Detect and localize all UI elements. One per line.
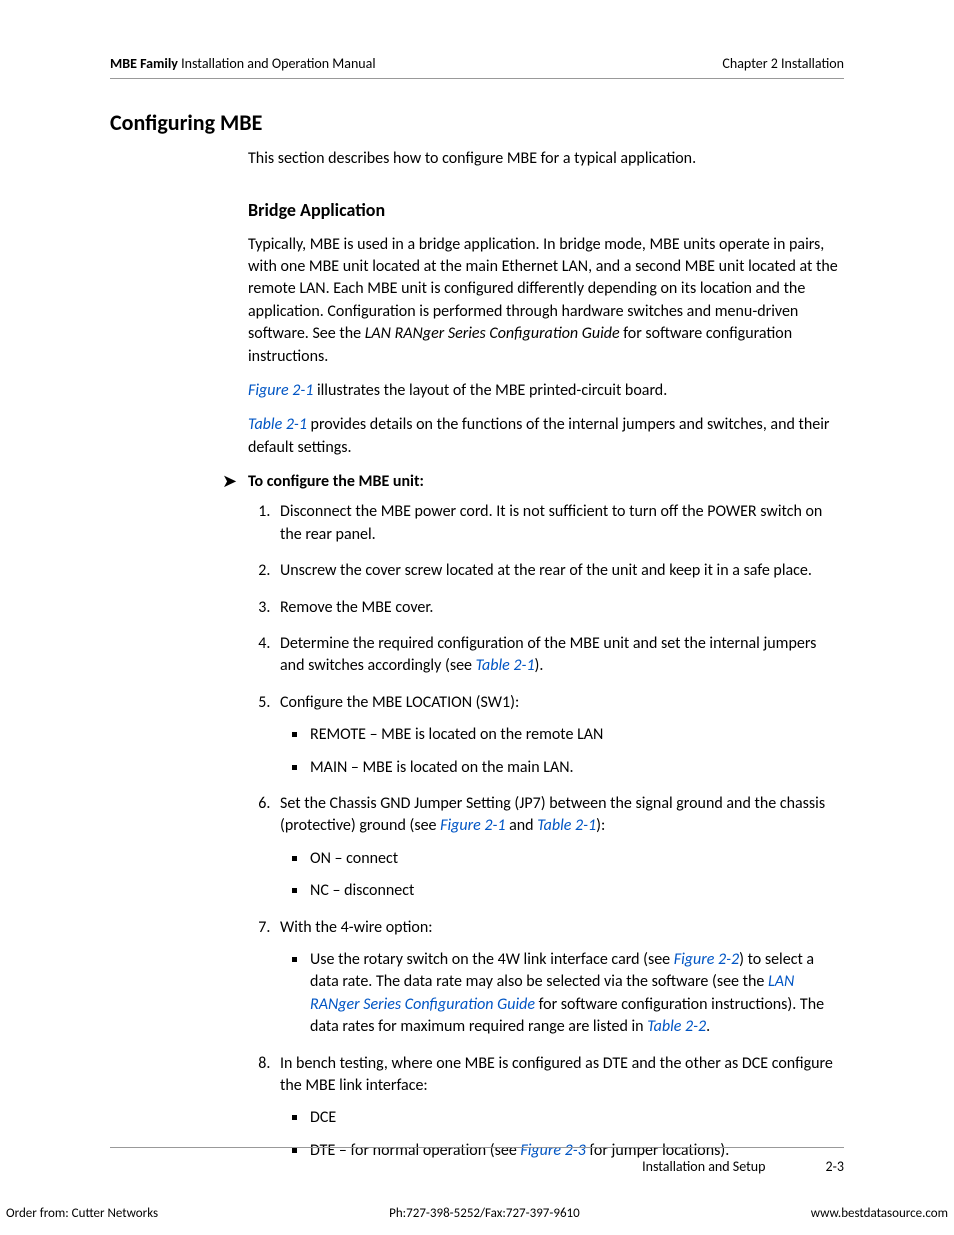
- intro-block: This section describes how to configure …: [248, 148, 844, 459]
- body-text: provides details on the functions of the…: [248, 415, 830, 456]
- step-3: Remove the MBE cover.: [274, 597, 844, 619]
- order-left: Order from: Cutter Networks: [6, 1206, 158, 1221]
- procedure-title: To configure the MBE unit:: [248, 471, 424, 493]
- step-1: Disconnect the MBE power cord. It is not…: [274, 501, 844, 546]
- list-item: MAIN – MBE is located on the main LAN.: [308, 757, 844, 779]
- body-text: ):: [596, 816, 605, 835]
- subsection-heading: Bridge Application: [248, 198, 844, 223]
- table-ref-paragraph: Table 2-1 provides details on the functi…: [248, 414, 844, 459]
- page-footer: Installation and Setup 2-3: [110, 1147, 844, 1175]
- doc-title-bold: MBE Family: [110, 55, 178, 72]
- step-7: With the 4-wire option: Use the rotary s…: [274, 917, 844, 1039]
- body-text: Use the rotary switch on the 4W link int…: [310, 950, 674, 969]
- arrow-icon: ➤: [222, 471, 248, 493]
- intro-paragraph: This section describes how to configure …: [248, 148, 844, 170]
- table-2-1-link[interactable]: Table 2-1: [537, 816, 596, 835]
- list-item: NC – disconnect: [308, 880, 844, 902]
- figure-2-1-link[interactable]: Figure 2-1: [440, 816, 505, 835]
- step-7-sublist: Use the rotary switch on the 4W link int…: [280, 949, 844, 1039]
- bridge-paragraph-1: Typically, MBE is used in a bridge appli…: [248, 234, 844, 368]
- list-item: DCE: [308, 1107, 844, 1129]
- step-5-sublist: REMOTE – MBE is located on the remote LA…: [280, 724, 844, 779]
- step-2: Unscrew the cover screw located at the r…: [274, 560, 844, 582]
- body-text: In bench testing, where one MBE is confi…: [280, 1054, 833, 1095]
- doc-title: MBE Family Installation and Operation Ma…: [110, 55, 376, 72]
- procedure-head-row: ➤ To configure the MBE unit:: [222, 471, 844, 493]
- body-text: .: [706, 1017, 710, 1036]
- list-item: Use the rotary switch on the 4W link int…: [308, 949, 844, 1039]
- figure-2-2-link[interactable]: Figure 2-2: [674, 950, 739, 969]
- list-item: ON – connect: [308, 848, 844, 870]
- body-text: illustrates the layout of the MBE printe…: [313, 381, 667, 400]
- order-line: Order from: Cutter Networks Ph:727-398-5…: [0, 1206, 954, 1221]
- body-text: and: [505, 816, 537, 835]
- section-heading: Configuring MBE: [110, 109, 844, 136]
- guide-ref: LAN RANger Series Configuration Guide: [365, 324, 620, 343]
- table-2-1-link[interactable]: Table 2-1: [248, 415, 307, 434]
- step-5: Configure the MBE LOCATION (SW1): REMOTE…: [274, 692, 844, 779]
- body-text: ).: [535, 656, 544, 675]
- figure-2-1-link[interactable]: Figure 2-1: [248, 381, 313, 400]
- chapter-label: Chapter 2 Installation: [722, 55, 844, 72]
- page: MBE Family Installation and Operation Ma…: [0, 0, 954, 1235]
- footer-section: Installation and Setup: [642, 1158, 765, 1175]
- figure-ref-paragraph: Figure 2-1 illustrates the layout of the…: [248, 380, 844, 402]
- order-mid: Ph:727-398-5252/Fax:727-397-9610: [389, 1206, 580, 1221]
- step-6: Set the Chassis GND Jumper Setting (JP7)…: [274, 793, 844, 903]
- table-2-2-link[interactable]: Table 2-2: [647, 1017, 706, 1036]
- list-item: REMOTE – MBE is located on the remote LA…: [308, 724, 844, 746]
- procedure-block: ➤ To configure the MBE unit: Disconnect …: [222, 471, 844, 1162]
- step-6-sublist: ON – connect NC – disconnect: [280, 848, 844, 903]
- body-text: With the 4-wire option:: [280, 918, 433, 937]
- footer-page-number: 2-3: [826, 1158, 844, 1175]
- order-right: www.bestdatasource.com: [811, 1206, 948, 1221]
- step-4: Determine the required configuration of …: [274, 633, 844, 678]
- body-text: Determine the required configuration of …: [280, 634, 816, 675]
- table-2-1-link[interactable]: Table 2-1: [476, 656, 535, 675]
- body-text: Configure the MBE LOCATION (SW1):: [280, 693, 519, 712]
- procedure-steps: Disconnect the MBE power cord. It is not…: [222, 501, 844, 1162]
- step-8: In bench testing, where one MBE is confi…: [274, 1053, 844, 1163]
- running-header: MBE Family Installation and Operation Ma…: [110, 55, 844, 79]
- doc-title-rest: Installation and Operation Manual: [178, 55, 376, 72]
